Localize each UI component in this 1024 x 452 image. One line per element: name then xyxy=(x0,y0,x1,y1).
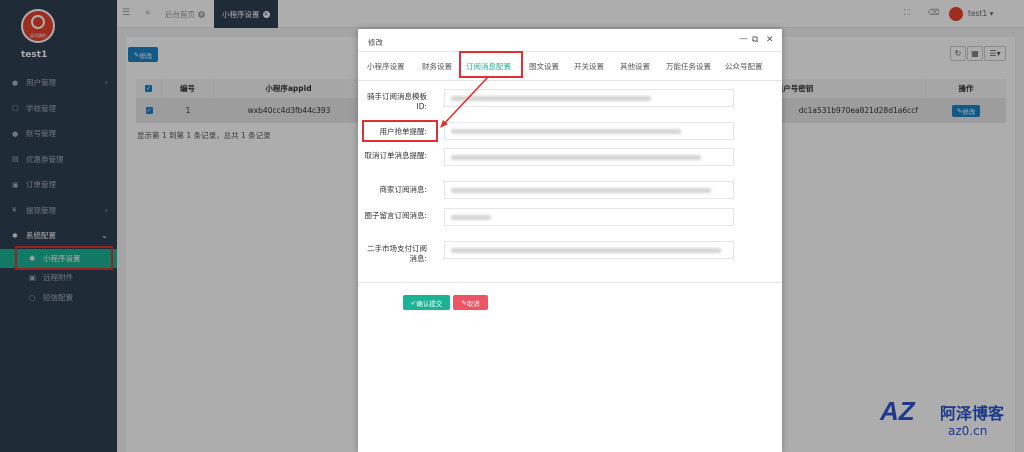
annotation-arrow-icon xyxy=(440,76,489,128)
watermark: AZ 阿泽博客 az0.cn xyxy=(880,396,1020,446)
watermark-name: 阿泽博客 xyxy=(940,404,1005,423)
watermark-domain: az0.cn xyxy=(948,424,988,438)
watermark-logo: AZ xyxy=(880,396,915,426)
edit-modal: 修改 — ⧉ ✕ 小程序设置 财务设置 订阅消息配置 图文设置 开关设置 其他设… xyxy=(358,29,782,452)
arrow-line xyxy=(441,76,489,127)
